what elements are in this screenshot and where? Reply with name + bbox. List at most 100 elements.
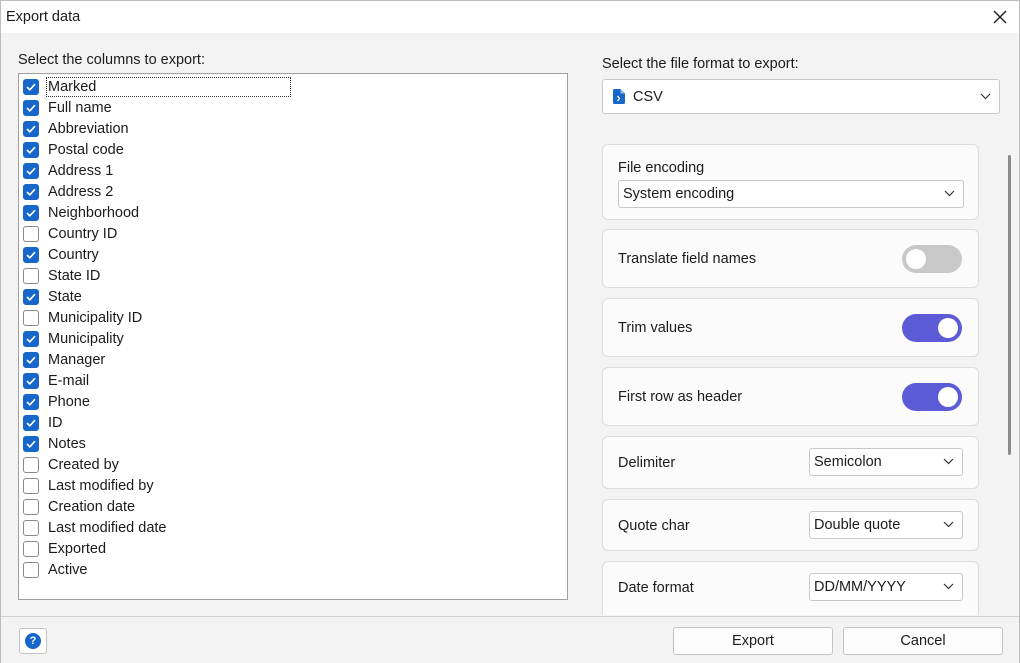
column-checkbox[interactable]: [23, 540, 39, 557]
column-label: Creation date: [48, 498, 136, 515]
delimiter-card: Delimiter Semicolon: [602, 436, 979, 489]
column-item-municipality-id[interactable]: Municipality ID: [23, 307, 142, 328]
column-checkbox[interactable]: [23, 456, 39, 473]
column-item-state-id[interactable]: State ID: [23, 265, 100, 286]
column-checkbox[interactable]: [23, 78, 39, 95]
quote-char-select[interactable]: Double quote: [809, 511, 963, 539]
column-item-last-modified-date[interactable]: Last modified date: [23, 517, 167, 538]
column-checkbox[interactable]: [23, 141, 39, 158]
columns-list[interactable]: Marked Full name Abbreviation Postal code Ad…: [18, 73, 568, 600]
file-encoding-select[interactable]: System encoding: [618, 180, 964, 208]
column-item-municipality[interactable]: Municipality: [23, 328, 124, 349]
column-label: Last modified by: [48, 477, 154, 494]
column-label: Marked: [45, 76, 292, 97]
trim-values-toggle[interactable]: [902, 314, 962, 342]
column-checkbox[interactable]: [23, 204, 39, 221]
column-checkbox[interactable]: [23, 225, 39, 242]
file-format-select[interactable]: CSV: [602, 79, 1000, 114]
export-dialog: Export data Select the columns to export…: [0, 0, 1020, 663]
column-checkbox[interactable]: [23, 351, 39, 368]
column-checkbox[interactable]: [23, 477, 39, 494]
column-label: ID: [48, 414, 63, 431]
column-item-postal-code[interactable]: Postal code: [23, 139, 124, 160]
column-label: Abbreviation: [48, 120, 129, 137]
column-item-full-name[interactable]: Full name: [23, 97, 112, 118]
column-item-created-by[interactable]: Created by: [23, 454, 119, 475]
column-item-marked[interactable]: Marked: [23, 76, 292, 97]
column-label: Address 2: [48, 183, 114, 200]
column-label: Country ID: [48, 225, 118, 242]
column-checkbox[interactable]: [23, 288, 39, 305]
help-icon: ?: [25, 633, 41, 649]
column-label: Manager: [48, 351, 106, 368]
chevron-down-icon: [943, 583, 954, 590]
column-item-e-mail[interactable]: E-mail: [23, 370, 89, 391]
column-checkbox[interactable]: [23, 246, 39, 263]
column-label: Last modified date: [48, 519, 167, 536]
column-label: Phone: [48, 393, 90, 410]
dialog-title: Export data: [6, 9, 81, 25]
column-item-phone[interactable]: Phone: [23, 391, 90, 412]
file-code-icon: [613, 89, 625, 104]
column-item-notes[interactable]: Notes: [23, 433, 86, 454]
column-checkbox[interactable]: [23, 435, 39, 452]
column-label: Municipality ID: [48, 309, 143, 326]
cancel-button[interactable]: Cancel: [843, 627, 1003, 655]
column-item-country[interactable]: Country: [23, 244, 99, 265]
column-checkbox[interactable]: [23, 372, 39, 389]
close-button[interactable]: [987, 4, 1013, 30]
quote-char-card: Quote char Double quote: [602, 499, 979, 551]
column-checkbox[interactable]: [23, 162, 39, 179]
column-label: Notes: [48, 435, 86, 452]
delimiter-value: Semicolon: [814, 454, 882, 470]
column-label: Country: [48, 246, 99, 263]
column-item-abbreviation[interactable]: Abbreviation: [23, 118, 129, 139]
column-item-neighborhood[interactable]: Neighborhood: [23, 202, 139, 223]
column-checkbox[interactable]: [23, 561, 39, 578]
column-item-address-2[interactable]: Address 2: [23, 181, 113, 202]
column-item-state[interactable]: State: [23, 286, 82, 307]
options-scrollbar[interactable]: [1008, 155, 1011, 455]
date-format-card: Date format DD/MM/YYYY: [602, 561, 979, 615]
column-item-creation-date[interactable]: Creation date: [23, 496, 135, 517]
chevron-down-icon: [943, 458, 954, 465]
column-item-manager[interactable]: Manager: [23, 349, 105, 370]
column-checkbox[interactable]: [23, 99, 39, 116]
column-checkbox[interactable]: [23, 414, 39, 431]
date-format-select[interactable]: DD/MM/YYYY: [809, 573, 963, 601]
column-checkbox[interactable]: [23, 183, 39, 200]
column-item-active[interactable]: Active: [23, 559, 88, 580]
toggle-knob: [906, 249, 926, 269]
translate-field-names-card: Translate field names: [602, 229, 979, 288]
file-format-value: CSV: [633, 88, 663, 105]
column-checkbox[interactable]: [23, 120, 39, 137]
delimiter-select[interactable]: Semicolon: [809, 448, 963, 476]
column-label: Postal code: [48, 141, 124, 158]
column-label: Address 1: [48, 162, 114, 179]
column-checkbox[interactable]: [23, 498, 39, 515]
column-item-country-id[interactable]: Country ID: [23, 223, 117, 244]
column-label: Municipality: [48, 330, 124, 347]
file-encoding-card: File encoding System encoding: [602, 144, 979, 220]
file-encoding-label: File encoding: [618, 160, 705, 176]
export-button[interactable]: Export: [673, 627, 833, 655]
close-icon: [993, 10, 1007, 24]
first-row-header-toggle[interactable]: [902, 383, 962, 411]
column-checkbox[interactable]: [23, 309, 39, 326]
column-item-address-1[interactable]: Address 1: [23, 160, 113, 181]
column-item-exported[interactable]: Exported: [23, 538, 106, 559]
column-item-last-modified-by[interactable]: Last modified by: [23, 475, 154, 496]
column-label: Neighborhood: [48, 204, 140, 221]
file-encoding-value: System encoding: [623, 186, 735, 202]
column-label: Exported: [48, 540, 107, 557]
format-label: Select the file format to export:: [602, 56, 799, 72]
quote-char-value: Double quote: [814, 517, 901, 533]
help-button[interactable]: ?: [19, 628, 47, 654]
column-checkbox[interactable]: [23, 393, 39, 410]
translate-field-names-toggle[interactable]: [902, 245, 962, 273]
column-checkbox[interactable]: [23, 519, 39, 536]
column-checkbox[interactable]: [23, 330, 39, 347]
column-label: Full name: [48, 99, 112, 116]
column-item-id[interactable]: ID: [23, 412, 63, 433]
column-checkbox[interactable]: [23, 267, 39, 284]
